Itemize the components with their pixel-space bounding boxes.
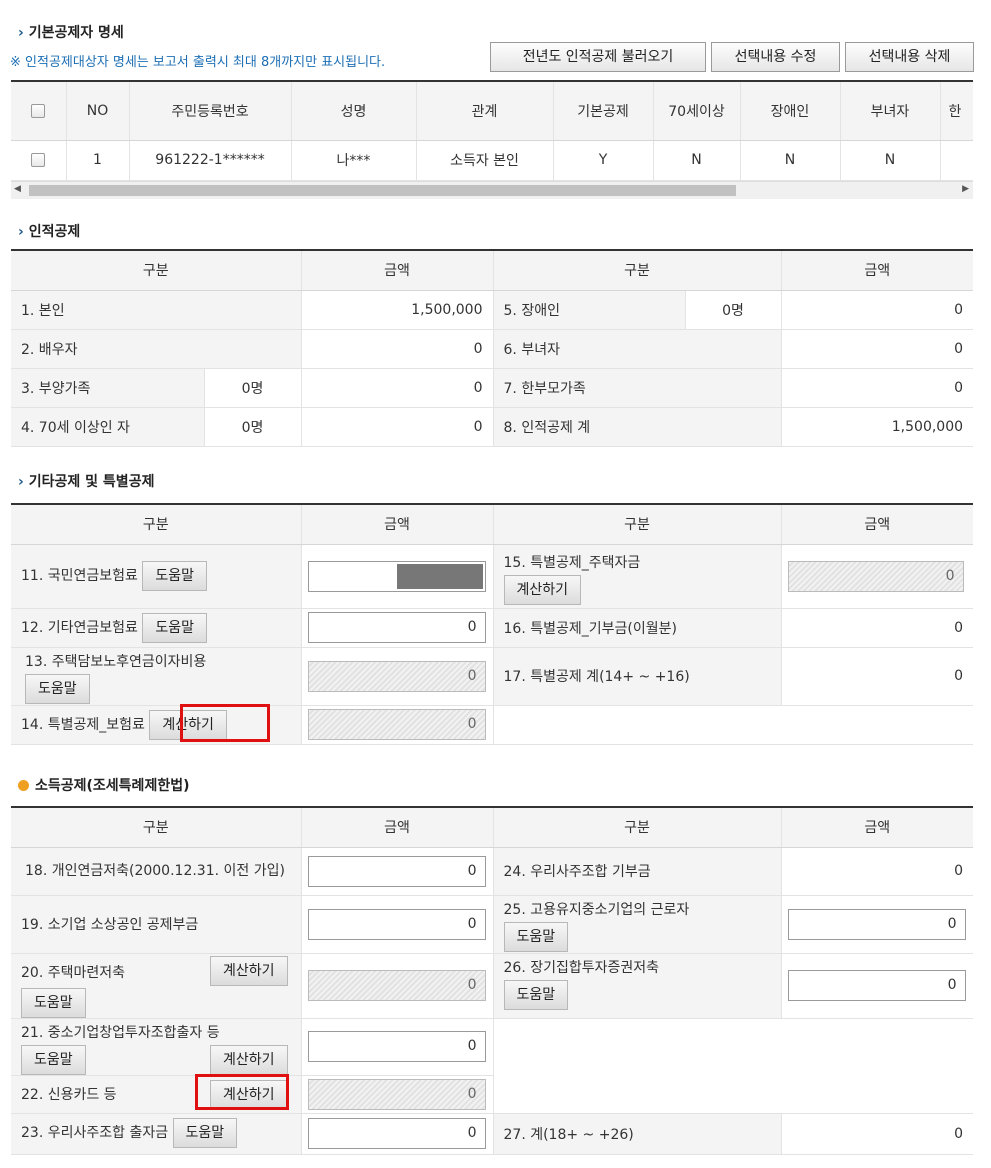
calc-button-21[interactable]: 계산하기 bbox=[209, 1044, 288, 1075]
help-button-26[interactable]: 도움말 bbox=[503, 979, 569, 1010]
credit-card-field: 0 bbox=[307, 1078, 486, 1110]
col-basic: 기본공제 bbox=[552, 81, 653, 141]
help-button-25[interactable]: 도움말 bbox=[503, 921, 569, 952]
small-business-fund-input[interactable]: 0 bbox=[307, 908, 486, 940]
table-row[interactable]: 1 961222-1****** 나*** 소득자 본인 Y N N N bbox=[11, 140, 973, 181]
chevron-right-icon: › bbox=[18, 224, 24, 240]
scroll-left-icon[interactable]: ◀ bbox=[14, 184, 21, 194]
venture-investment-input[interactable]: 0 bbox=[307, 1031, 486, 1062]
horizontal-scrollbar[interactable]: ◀ ▶ bbox=[11, 181, 973, 199]
highlight-box-calc-22 bbox=[195, 1074, 289, 1110]
scrollbar-thumb[interactable] bbox=[29, 185, 736, 196]
chevron-right-icon: › bbox=[18, 25, 24, 41]
help-button-20[interactable]: 도움말 bbox=[21, 987, 86, 1018]
count-over70: 0명 bbox=[203, 407, 302, 447]
calc-button-15[interactable]: 계산하기 bbox=[503, 574, 582, 605]
delete-selected-button[interactable]: 선택내용 삭제 bbox=[845, 42, 974, 72]
income-deduction-table: 구분 금액 구분 금액 18. 개인연금저축(2000.12.31. 이전 가입) 0… bbox=[11, 806, 973, 1155]
personal-total: 1,500,000 bbox=[780, 407, 974, 447]
national-pension-toggle[interactable] bbox=[307, 560, 486, 592]
mortgage-pension-interest-field: 0 bbox=[307, 660, 486, 692]
col-name: 성명 bbox=[290, 81, 416, 141]
load-previous-year-button[interactable]: 전년도 인적공제 불러오기 bbox=[490, 42, 706, 72]
chevron-right-icon: › bbox=[18, 474, 24, 490]
insurance-premium-field: 0 bbox=[307, 709, 486, 740]
help-button-13[interactable]: 도움말 bbox=[25, 673, 90, 704]
help-button-11[interactable]: 도움말 bbox=[142, 561, 207, 591]
esop-contribution-input[interactable]: 0 bbox=[307, 1118, 486, 1149]
help-button-12[interactable]: 도움말 bbox=[142, 612, 207, 643]
edit-selected-button[interactable]: 선택내용 수정 bbox=[711, 42, 840, 72]
housing-fund-field: 0 bbox=[787, 560, 964, 592]
col-woman: 부녀자 bbox=[839, 81, 940, 141]
row-checkbox[interactable] bbox=[11, 140, 66, 181]
dependents-table: NO 주민등록번호 성명 관계 기본공제 70세이상 장애인 부녀자 한 1 9… bbox=[11, 80, 973, 181]
other-deduction-table: 구분 금액 구분 금액 11. 국민연금보험료 도움말 15. 특별공제_주택자금 계산… bbox=[11, 503, 973, 745]
calc-button-20[interactable]: 계산하기 bbox=[209, 955, 288, 986]
col-rrn: 주민등록번호 bbox=[128, 81, 291, 141]
dependents-header-row: NO 주민등록번호 성명 관계 기본공제 70세이상 장애인 부녀자 한 bbox=[11, 81, 973, 141]
employment-retention-input[interactable]: 0 bbox=[787, 908, 966, 940]
section-title-other: › 기타공제 및 특별공제 bbox=[18, 474, 155, 490]
col-disabled: 장애인 bbox=[739, 81, 840, 141]
personal-deduction-table: 구분 금액 구분 금액 1. 본인 1,500,000 5. 장애인 0명 0 2. … bbox=[11, 249, 974, 447]
section-title-income: 소득공제(조세특례제한법) bbox=[18, 775, 189, 795]
special-deduction-total: 0 bbox=[780, 647, 973, 706]
scroll-right-icon[interactable]: ▶ bbox=[962, 184, 969, 194]
count-dependents: 0명 bbox=[203, 368, 302, 408]
amount-self: 1,500,000 bbox=[300, 290, 494, 330]
col-relation: 관계 bbox=[415, 81, 553, 141]
count-disabled: 0명 bbox=[684, 290, 782, 330]
section-title-personal: › 인적공제 bbox=[18, 224, 81, 240]
highlight-box-calc-14 bbox=[180, 704, 270, 742]
col-over70: 70세이상 bbox=[652, 81, 740, 141]
notice-text: ※ 인적공제대상자 명세는 보고서 출력시 최대 8개까지만 표시됩니다. bbox=[10, 55, 386, 70]
personal-pension-input[interactable]: 0 bbox=[307, 855, 486, 887]
col-no: NO bbox=[65, 81, 129, 141]
income-deduction-total: 0 bbox=[780, 1113, 973, 1155]
col-single-parent: 한 bbox=[939, 81, 973, 141]
section-title-basic: › 기본공제자 명세 bbox=[18, 25, 124, 41]
housing-savings-field: 0 bbox=[307, 970, 486, 1001]
bullet-icon bbox=[18, 780, 29, 791]
select-all-checkbox[interactable] bbox=[11, 81, 66, 141]
long-term-fund-input[interactable]: 0 bbox=[787, 970, 966, 1001]
other-pension-input[interactable]: 0 bbox=[307, 612, 486, 643]
help-button-23[interactable]: 도움말 bbox=[172, 1117, 238, 1148]
help-button-21[interactable]: 도움말 bbox=[21, 1044, 86, 1075]
